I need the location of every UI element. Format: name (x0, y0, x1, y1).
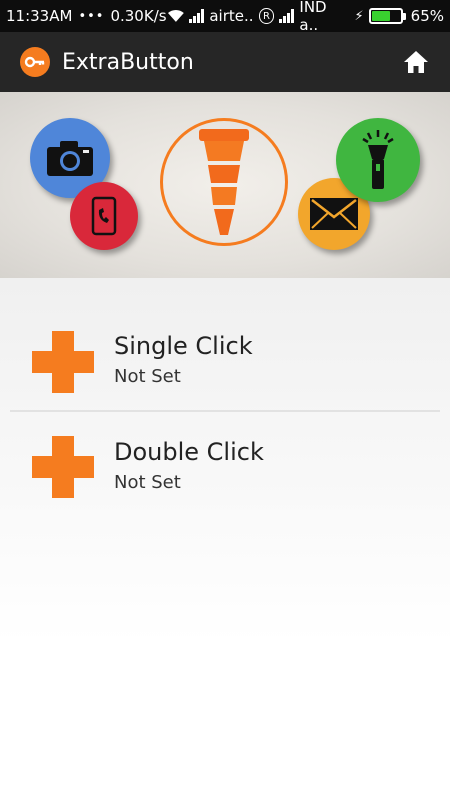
carrier-2: IND a.. (299, 0, 327, 34)
app-title: ExtraButton (62, 49, 194, 75)
list-item-text: Single Click Not Set (114, 332, 253, 387)
network-speed: 0.30K/s (110, 7, 167, 25)
wifi-icon (167, 10, 184, 22)
phone-icon (91, 196, 117, 236)
double-click-title: Double Click (114, 438, 264, 466)
carrier-1: airte.. (209, 7, 254, 25)
mail-icon (310, 198, 358, 230)
flashlight-icon (362, 130, 394, 189)
signal-icon (189, 9, 205, 23)
status-bar: 11:33AM ••• 0.30K/s airte.. R IND a.. ⚡ … (0, 0, 450, 34)
single-click-title: Single Click (114, 332, 253, 360)
key-icon (20, 47, 50, 77)
camera-icon (47, 141, 93, 176)
signal-icon (279, 9, 295, 23)
list-item-text: Double Click Not Set (114, 438, 264, 493)
app-bar: ExtraButton (0, 32, 450, 92)
feature-banner (0, 92, 450, 278)
home-icon (404, 51, 428, 73)
single-click-status: Not Set (114, 366, 181, 387)
flashlight-circle (336, 118, 420, 202)
dots-icon: ••• (78, 8, 105, 24)
plus-icon (32, 436, 94, 498)
list-item-double-click[interactable]: Double Click Not Set (0, 418, 450, 518)
list-item-single-click[interactable]: Single Click Not Set (0, 312, 450, 412)
click-actions-list: Single Click Not Set Double Click Not Se… (0, 278, 450, 800)
charging-icon: ⚡ (354, 8, 364, 24)
center-logo (160, 118, 288, 246)
battery-icon (368, 8, 406, 24)
status-time: 11:33AM (6, 7, 73, 25)
list-divider (10, 410, 440, 412)
home-button[interactable] (402, 48, 430, 76)
double-click-status: Not Set (114, 472, 181, 493)
phone-circle (70, 182, 138, 250)
extra-button-plug-icon (199, 129, 249, 235)
roaming-icon: R (258, 8, 275, 24)
plus-icon (32, 331, 94, 393)
battery-percent: 65% (410, 7, 444, 25)
